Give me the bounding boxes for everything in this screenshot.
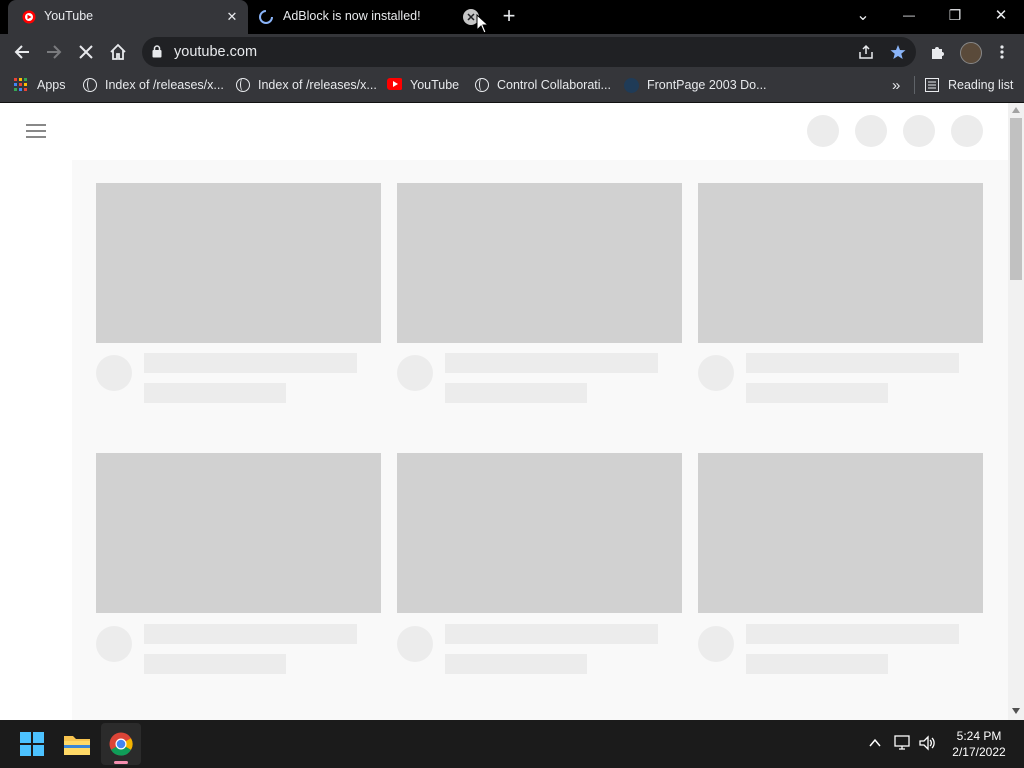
video-thumbnail-skeleton [698, 183, 983, 343]
share-icon[interactable] [858, 44, 874, 60]
bookmark-star-icon[interactable] [890, 44, 906, 60]
address-bar[interactable] [142, 37, 916, 67]
show-hidden-icons-chevron-icon[interactable] [869, 738, 881, 748]
reading-list-label: Reading list [948, 78, 1014, 92]
bookmark-frontpage-2003[interactable]: FrontPage 2003 Do... [624, 76, 767, 94]
back-button[interactable] [8, 38, 36, 66]
title-skeleton [144, 624, 357, 644]
clock-time: 5:24 PM [956, 729, 1002, 743]
tab-title: YouTube [44, 9, 94, 23]
bookmarks-divider [914, 76, 915, 94]
scrollbar-thumb[interactable] [1010, 118, 1022, 280]
title-skeleton [445, 353, 658, 373]
url-text[interactable]: youtube.com [174, 44, 257, 60]
title-skeleton [144, 353, 357, 373]
channel-avatar-skeleton [397, 355, 433, 391]
menu-dots-icon[interactable] [998, 44, 1006, 60]
video-thumbnail-skeleton [698, 453, 983, 613]
close-tab-icon[interactable]: ✕ [224, 9, 240, 25]
frontpage-icon [624, 77, 639, 93]
stop-icon [79, 45, 93, 59]
video-thumbnail-skeleton [397, 183, 682, 343]
active-app-indicator [114, 761, 128, 764]
forward-button[interactable] [40, 38, 68, 66]
meta-skeleton [445, 383, 587, 403]
file-explorer-icon[interactable] [64, 733, 90, 755]
bookmark-youtube[interactable]: YouTube [387, 76, 459, 94]
meta-skeleton [445, 654, 587, 674]
forward-arrow-icon [47, 45, 62, 59]
video-thumbnail-skeleton [96, 453, 381, 613]
mouse-cursor-icon [476, 14, 490, 34]
tab-title: AdBlock is now installed! [283, 9, 421, 23]
system-clock[interactable]: 5:24 PM 2/17/2022 [944, 728, 1014, 760]
apps-grid-icon [14, 77, 27, 91]
tab-adblock[interactable]: AdBlock is now installed! ✕ [250, 0, 486, 34]
channel-avatar-skeleton [96, 355, 132, 391]
channel-avatar-skeleton [698, 355, 734, 391]
restore-button[interactable]: ❐ [932, 0, 978, 30]
extensions-puzzle-icon[interactable] [929, 43, 947, 61]
title-skeleton [445, 624, 658, 644]
header-skeleton-circle [951, 115, 983, 147]
bookmarks-overflow-button[interactable]: » [892, 76, 900, 94]
loading-spinner-icon [259, 10, 273, 24]
close-window-button[interactable]: ✕ [978, 0, 1024, 30]
title-skeleton [746, 353, 959, 373]
meta-skeleton [144, 383, 286, 403]
reading-list-icon [925, 77, 939, 92]
title-skeleton [746, 624, 959, 644]
meta-skeleton [746, 654, 888, 674]
new-tab-button[interactable]: + [498, 4, 520, 28]
reading-list-button[interactable]: Reading list [925, 76, 1013, 94]
meta-skeleton [144, 654, 286, 674]
video-thumbnail-skeleton [397, 453, 682, 613]
channel-avatar-skeleton [96, 626, 132, 662]
hamburger-menu-icon[interactable] [26, 123, 46, 139]
stop-loading-button[interactable] [72, 38, 100, 66]
bookmark-index-releases-2[interactable]: Index of /releases/x... [235, 76, 377, 94]
chrome-icon [109, 732, 133, 756]
scroll-up-arrow-icon[interactable] [1012, 107, 1020, 113]
globe-icon [82, 78, 97, 92]
home-button[interactable] [104, 38, 132, 66]
profile-avatar[interactable] [960, 42, 982, 64]
youtube-icon [387, 77, 402, 90]
network-icon[interactable] [894, 735, 912, 751]
bookmark-label: Index of /releases/x... [258, 78, 377, 92]
channel-avatar-skeleton [698, 626, 734, 662]
bookmark-index-releases-1[interactable]: Index of /releases/x... [82, 76, 224, 94]
header-skeleton-circle [903, 115, 935, 147]
volume-icon[interactable] [919, 735, 937, 751]
bookmark-label: Index of /releases/x... [105, 78, 224, 92]
youtube-tab-icon [22, 10, 36, 24]
home-icon [110, 43, 126, 60]
globe-icon [474, 78, 489, 92]
tab-youtube[interactable]: YouTube ✕ [8, 0, 248, 34]
bookmark-label: FrontPage 2003 Do... [647, 78, 767, 92]
minimize-button[interactable]: — [886, 0, 932, 30]
header-skeleton-circle [855, 115, 887, 147]
channel-avatar-skeleton [397, 626, 433, 662]
back-arrow-icon [14, 45, 29, 59]
bookmark-apps[interactable]: Apps [14, 76, 66, 94]
tab-search-button[interactable]: ⌄ [840, 0, 886, 30]
bookmark-label: Apps [37, 78, 66, 92]
video-thumbnail-skeleton [96, 183, 381, 343]
clock-date: 2/17/2022 [952, 745, 1006, 759]
bookmark-control-collaboration[interactable]: Control Collaborati... [474, 76, 611, 94]
windows-start-icon[interactable] [20, 732, 44, 756]
bookmark-label: Control Collaborati... [497, 78, 611, 92]
bookmark-label: YouTube [410, 78, 460, 92]
meta-skeleton [746, 383, 888, 403]
globe-icon [235, 78, 250, 92]
lock-icon [152, 45, 162, 58]
header-skeleton-circle [807, 115, 839, 147]
scroll-down-arrow-icon[interactable] [1012, 708, 1020, 714]
